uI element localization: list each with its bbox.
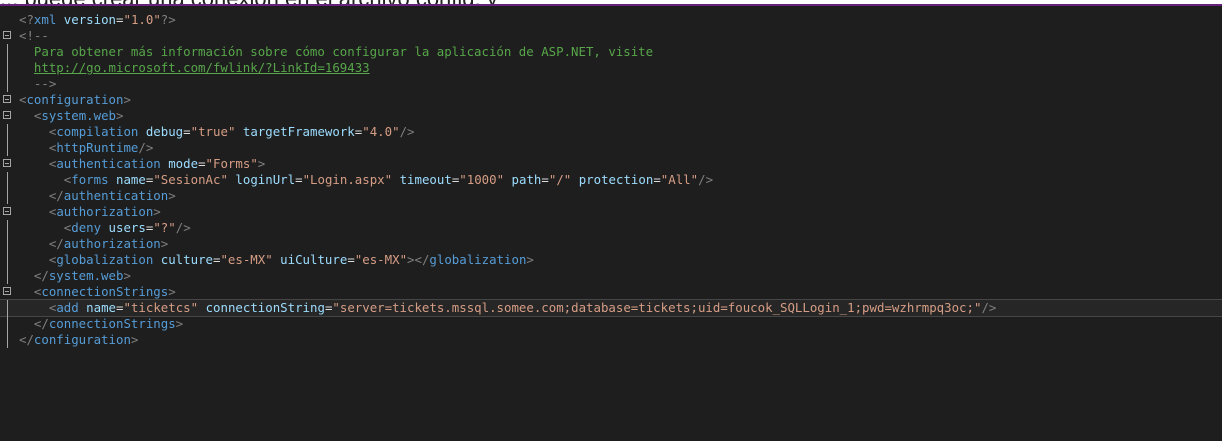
code-line-connectionstrings-open: <connectionStrings> [0,284,1222,300]
collapse-connectionstrings-icon[interactable] [3,287,11,295]
code-line-compilation: <compilation debug="true" targetFramewor… [0,124,1222,140]
collapse-authorization-icon[interactable] [3,207,11,215]
collapse-system-web-icon[interactable] [3,111,11,119]
code-line-authentication-close: </authentication> [0,188,1222,204]
code-line-comment-close: --> [0,76,1222,92]
code-line-connectionstrings-close: </connectionStrings> [0,316,1222,332]
code-line-add-current: <add name="ticketcs" connectionString="s… [0,299,1222,317]
xml-version-value: 1.0 [130,12,154,27]
comment-open: <!-- [19,28,49,43]
code-line-comment-open: <!-- [0,28,1222,44]
code-line-comment-link: http://go.microsoft.com/fwlink/?LinkId=1… [0,60,1222,76]
code-line-system-web-open: <system.web> [0,108,1222,124]
comment-text: Para obtener más información sobre cómo … [33,44,654,59]
code-line-configuration-close: </configuration> [0,332,1222,348]
code-editor[interactable]: <?xml version="1.0"?> <!-- Para obtener … [0,4,1222,441]
code-line-forms: <forms name="SesionAc" loginUrl="Login.a… [0,172,1222,188]
code-line-globalization: <globalization culture="es-MX" uiCulture… [0,252,1222,268]
code-line-comment-text: Para obtener más información sobre cómo … [0,44,1222,60]
collapse-configuration-icon[interactable] [3,95,11,103]
code-line-httpruntime: <httpRuntime/> [0,140,1222,156]
code-line-deny: <deny users="?"/> [0,220,1222,236]
collapse-authentication-icon[interactable] [3,159,11,167]
code-line-xml-declaration: <?xml version="1.0"?> [19,12,176,27]
comment-close: --> [33,76,57,91]
comment-link[interactable]: http://go.microsoft.com/fwlink/?LinkId=1… [34,60,370,75]
code-line-authorization-close: </authorization> [0,236,1222,252]
code-line-authentication-open: <authentication mode="Forms"> [0,156,1222,172]
collapse-comment-icon[interactable] [3,31,11,39]
code-line-configuration-open: <configuration> [0,92,1222,108]
code-line-authorization-open: <authorization> [0,204,1222,220]
code-line-system-web-close: </system.web> [0,268,1222,284]
